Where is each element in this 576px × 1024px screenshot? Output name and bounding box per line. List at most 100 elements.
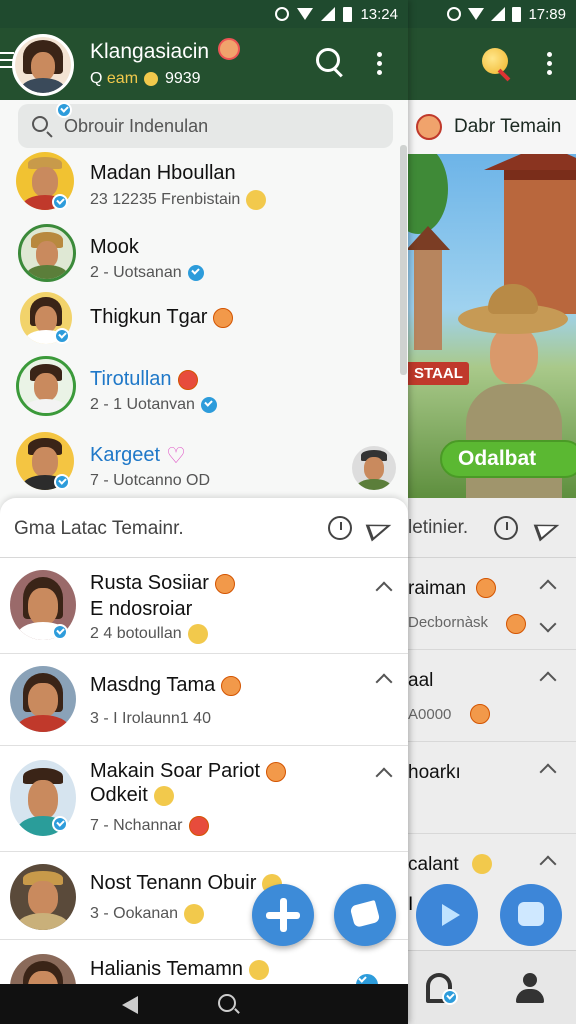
chat-sub: 2 4 botoullan	[90, 624, 208, 644]
list-item[interactable]: Thigkun Tgar	[0, 290, 408, 352]
coin-icon	[144, 71, 159, 86]
list-item[interactable]: Mook 2 - Uotsanan	[0, 220, 408, 290]
verified-badge-icon	[52, 816, 68, 832]
contact-sub: 2 - 1 Uotanvan	[90, 396, 217, 414]
chat-sub-text: 7 - Nchannar	[90, 817, 183, 835]
verified-badge-icon	[54, 474, 70, 490]
back-icon[interactable]	[122, 996, 138, 1014]
emoji-icon	[470, 704, 490, 724]
chevron-up-icon[interactable]	[375, 673, 393, 691]
sheet-header: Gma Latac Temainr.	[0, 498, 408, 558]
heart-icon	[166, 443, 186, 469]
emoji-icon	[214, 573, 235, 594]
subtitle-count: 9939	[164, 70, 201, 87]
chat-name: Masdng Tama	[90, 674, 242, 697]
chevron-up-icon[interactable]	[539, 855, 557, 873]
chat-name-text: Halianis Temamn	[90, 958, 244, 980]
contact-name: Madan Hboullan	[90, 162, 236, 184]
clock-icon[interactable]	[494, 516, 518, 540]
chevron-up-icon[interactable]	[539, 579, 557, 597]
dnd-icon	[447, 7, 462, 21]
row-sub: A0000	[408, 706, 452, 723]
clock-icon[interactable]	[328, 516, 352, 540]
emoji-icon	[476, 578, 496, 598]
account-subtitle: Q eam 9939	[90, 70, 201, 88]
search-icon[interactable]	[314, 46, 346, 78]
list-item[interactable]: Rusta Sosiiar E ndosroiar 2 4 botoullan	[0, 558, 408, 654]
lollipop-icon[interactable]	[482, 48, 508, 74]
contact-name: Tirotullan	[90, 368, 198, 391]
verified-badge-icon	[52, 624, 68, 640]
verified-icon	[200, 396, 217, 413]
list-item[interactable]: Masdng Tama 3 - I Irolaunn1 40	[0, 654, 408, 746]
chat-name: Makain Soar Pariot	[90, 760, 287, 783]
send-icon[interactable]	[536, 516, 560, 540]
face-emoji-icon	[416, 114, 442, 140]
status-time: 17:89	[528, 5, 566, 23]
avatar	[10, 864, 76, 930]
chat-name-text: Nost Tenann Obuir	[90, 872, 257, 894]
verified-badge-icon	[442, 989, 458, 1005]
right-sheet-title: letinier.	[408, 516, 469, 538]
chevron-up-icon[interactable]	[539, 671, 557, 689]
row-name: raiman	[408, 578, 467, 599]
row-name: hoarkı	[408, 762, 461, 783]
emoji-icon	[249, 959, 270, 980]
contact-sub: 7 - Uotcanno OD	[90, 472, 211, 489]
list-item[interactable]: Makain Soar Pariot Odkeit 7 - Nchannar	[0, 746, 408, 852]
wifi-icon	[297, 8, 314, 20]
contact-sub: 2 - Uotsanan	[90, 264, 204, 282]
search-icon[interactable]	[218, 994, 236, 1012]
more-options-icon[interactable]	[547, 52, 552, 75]
bottom-nav	[408, 950, 576, 1024]
account-name: Klangasiacin	[90, 40, 210, 63]
dnd-icon	[275, 7, 290, 21]
list-item[interactable]: Tirotullan 2 - 1 Uotanvan	[0, 352, 408, 428]
chevron-down-icon[interactable]	[539, 615, 557, 633]
more-options-icon[interactable]	[377, 52, 382, 75]
emoji-icon	[246, 190, 267, 210]
emoji-icon	[153, 785, 174, 806]
contact-name-text: Thigkun Tgar	[90, 306, 208, 328]
avatar	[16, 356, 76, 416]
promo-banner[interactable]: STAAL Odalbat	[408, 154, 576, 498]
list-item[interactable]: Kargeet 7 - Uotcanno OD	[0, 428, 408, 500]
emoji-icon	[177, 369, 198, 390]
background-app-screen: 17:89 Dabr Temain STAAL Odalbat letinier…	[408, 0, 576, 1024]
chat-list-panel: 13:24 Klangasiacin Q eam 9939 Obrouir In…	[0, 0, 408, 1024]
chat-sub-text: 2 4 botoullan	[90, 625, 182, 643]
search-placeholder: Obrouir Indenulan	[64, 115, 209, 136]
search-input[interactable]: Obrouir Indenulan	[18, 104, 393, 148]
chevron-up-icon[interactable]	[539, 763, 557, 781]
profile-icon[interactable]	[516, 973, 544, 1003]
system-nav-bar	[0, 984, 408, 1024]
list-item[interactable]: hoarkı	[408, 742, 576, 834]
contact-sub-text: 23 12235 Frenbistain	[90, 191, 241, 209]
chevron-up-icon[interactable]	[375, 581, 393, 599]
sheet-title: Gma Latac Temainr.	[14, 518, 184, 539]
chevron-up-icon[interactable]	[375, 767, 393, 785]
avatar	[18, 224, 76, 282]
play-button[interactable]	[416, 884, 478, 946]
chat-name: Nost Tenann Obuir	[90, 872, 283, 895]
chat-sub: 3 - Ookanan	[90, 904, 205, 924]
avatar[interactable]	[12, 34, 74, 96]
list-item[interactable]: Madan Hboullan 23 12235 Frenbistain	[0, 150, 408, 220]
new-chat-button[interactable]	[252, 884, 314, 946]
send-icon[interactable]	[368, 516, 392, 540]
app-bar	[408, 28, 576, 100]
verified-badge-icon	[56, 102, 72, 118]
status-time: 13:24	[360, 5, 398, 23]
banner-cta-button[interactable]: Odalbat	[440, 440, 576, 478]
scrollbar[interactable]	[400, 145, 407, 375]
list-item[interactable]: aal A0000	[408, 650, 576, 742]
avatar[interactable]	[352, 446, 396, 490]
chat-button[interactable]	[500, 884, 562, 946]
chat-sub-text: 3 - Ookanan	[90, 905, 179, 923]
contact-name: Thigkun Tgar	[90, 306, 234, 329]
signal-icon	[321, 7, 336, 21]
list-item[interactable]: raiman Decbornàsk	[408, 558, 576, 650]
compose-button[interactable]	[334, 884, 396, 946]
chat-name: Halianis Temamn	[90, 958, 270, 981]
row-name: aal	[408, 670, 434, 691]
